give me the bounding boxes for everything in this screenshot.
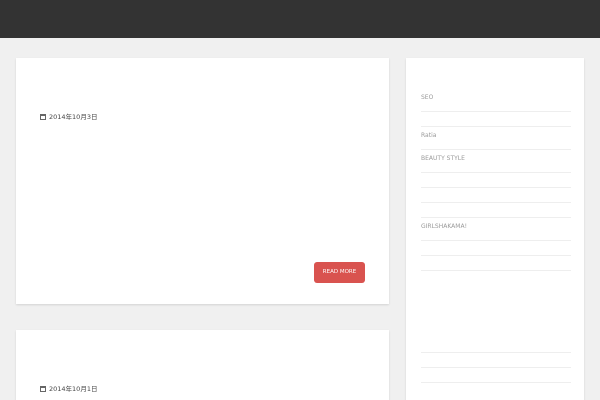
sidebar: SEO Ratia BEAUTY STYLE GIRLSHAKAMA! xyxy=(406,58,584,400)
excerpt-line xyxy=(40,150,375,161)
post-date-text: 2014年10月1日 xyxy=(49,385,98,393)
excerpt-line xyxy=(40,184,375,195)
excerpt-line xyxy=(40,195,375,206)
sidebar-link[interactable]: GIRLSHAKAMA! xyxy=(421,221,571,241)
sidebar-link[interactable] xyxy=(421,206,571,218)
post-card: 2014年10月3日 READ MORE xyxy=(16,58,389,304)
excerpt-line xyxy=(40,173,375,184)
excerpt-line xyxy=(40,162,375,173)
sidebar-link[interactable]: Ratia xyxy=(421,130,571,150)
widget-link-list: SEO Ratia BEAUTY STYLE GIRLSHAKAMA! xyxy=(421,92,571,274)
excerpt-line xyxy=(40,241,375,252)
post-date: 2014年10月3日 xyxy=(40,111,97,121)
sidebar-link[interactable] xyxy=(421,191,571,203)
excerpt-line xyxy=(40,229,375,240)
excerpt-line xyxy=(40,139,375,150)
read-more-button[interactable]: READ MORE xyxy=(314,262,365,283)
post-date: 2014年10月1日 xyxy=(40,383,97,393)
sidebar-link[interactable] xyxy=(421,356,571,368)
sidebar-link[interactable]: BEAUTY STYLE xyxy=(421,153,571,173)
calendar-icon xyxy=(40,385,46,392)
sidebar-link[interactable] xyxy=(421,176,571,188)
widget-link-list xyxy=(421,341,571,386)
sidebar-link[interactable] xyxy=(421,115,571,127)
sidebar-link[interactable] xyxy=(421,259,571,271)
excerpt-line xyxy=(40,218,375,229)
site-header xyxy=(0,0,600,38)
post-date-text: 2014年10月3日 xyxy=(49,113,98,121)
sidebar-link[interactable]: SEO xyxy=(421,92,571,112)
sidebar-link[interactable] xyxy=(421,341,571,353)
sidebar-link[interactable] xyxy=(421,244,571,256)
post-card: 2014年10月1日 xyxy=(16,330,389,400)
calendar-icon xyxy=(40,113,46,120)
sidebar-link[interactable] xyxy=(421,371,571,383)
excerpt-line xyxy=(40,207,375,218)
post-excerpt xyxy=(40,139,375,252)
